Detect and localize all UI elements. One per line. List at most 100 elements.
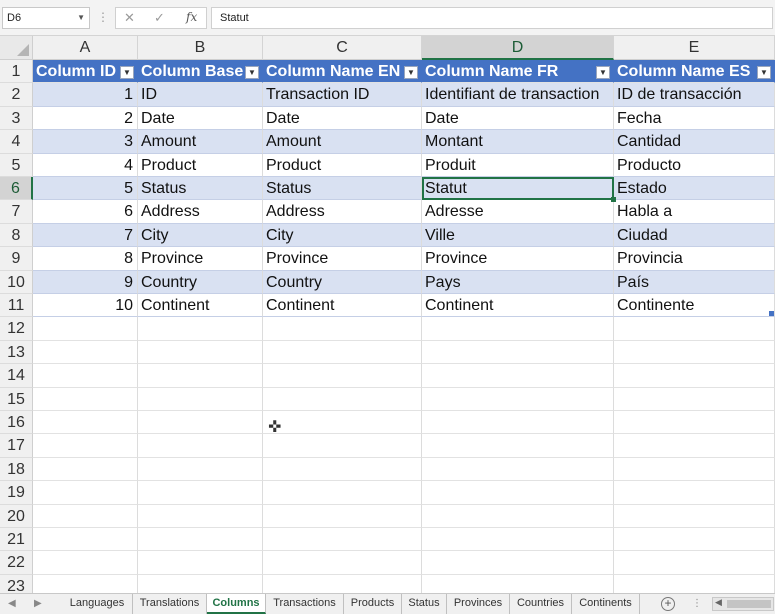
row-header-9[interactable]: 9 [0, 247, 33, 271]
cell-a19[interactable] [33, 481, 138, 505]
horizontal-scrollbar[interactable]: ◀ [712, 597, 774, 611]
insert-function-icon[interactable]: fx [186, 10, 197, 24]
cell-d15[interactable] [422, 387, 614, 411]
cell-e10[interactable]: País [614, 270, 775, 294]
cell-b12[interactable] [138, 317, 263, 341]
cell-e2[interactable]: ID de transacción [614, 83, 775, 107]
cell-b11[interactable]: Continent [138, 294, 263, 318]
cell-e18[interactable] [614, 457, 775, 482]
chevron-down-icon[interactable]: ▼ [77, 8, 85, 28]
sheet-tab-status[interactable]: Status [402, 594, 447, 614]
row-header-17[interactable]: 17 [0, 434, 33, 458]
cell-d20[interactable] [422, 504, 614, 528]
cell-a1[interactable]: Column ID ▼ [33, 60, 138, 84]
cell-e8[interactable]: Ciudad [614, 223, 775, 248]
sheet-tab-languages[interactable]: Languages [62, 594, 133, 614]
sheet-tab-provinces[interactable]: Provinces [447, 594, 510, 614]
cell-c9[interactable]: Province [263, 247, 422, 271]
row-header-3[interactable]: 3 [0, 106, 33, 131]
cell-c16[interactable] [263, 411, 422, 435]
cell-c4[interactable]: Amount [263, 130, 422, 154]
cell-c19[interactable] [263, 481, 422, 505]
cell-a12[interactable] [33, 317, 138, 341]
cell-c15[interactable] [263, 387, 422, 411]
cell-c5[interactable]: Product [263, 153, 422, 177]
cell-d9[interactable]: Province [422, 247, 614, 271]
cell-c8[interactable]: City [263, 223, 422, 248]
cell-b9[interactable]: Province [138, 247, 263, 271]
cell-b6[interactable]: Status [138, 177, 263, 201]
row-header-20[interactable]: 20 [0, 504, 33, 528]
cell-a8[interactable]: 7 [33, 223, 138, 248]
cell-d21[interactable] [422, 528, 614, 552]
cell-d7[interactable]: Adresse [422, 200, 614, 224]
cell-a20[interactable] [33, 504, 138, 528]
cell-b2[interactable]: ID [138, 83, 263, 107]
row-header-10[interactable]: 10 [0, 270, 33, 294]
cell-d3[interactable]: Date [422, 106, 614, 131]
cell-d19[interactable] [422, 481, 614, 505]
cell-c20[interactable] [263, 504, 422, 528]
cell-e20[interactable] [614, 504, 775, 528]
cell-c22[interactable] [263, 551, 422, 575]
cell-c18[interactable] [263, 457, 422, 482]
cell-d14[interactable] [422, 364, 614, 388]
filter-dropdown-icon[interactable]: ▼ [596, 66, 610, 79]
cell-d13[interactable] [422, 340, 614, 365]
cell-e9[interactable]: Provincia [614, 247, 775, 271]
cell-d18[interactable] [422, 457, 614, 482]
row-header-14[interactable]: 14 [0, 364, 33, 388]
cell-d6[interactable]: Statut [422, 177, 614, 201]
scroll-left-icon[interactable]: ◀ [715, 597, 722, 608]
tab-scroll-right-icon[interactable]: ▶ [34, 594, 42, 614]
cell-d5[interactable]: Produit [422, 153, 614, 177]
cell-b15[interactable] [138, 387, 263, 411]
row-header-22[interactable]: 22 [0, 551, 33, 575]
sheet-tab-countries[interactable]: Countries [510, 594, 572, 614]
cell-e6[interactable]: Estado [614, 177, 775, 201]
cell-c3[interactable]: Date [263, 106, 422, 131]
column-header-c[interactable]: C [263, 36, 422, 60]
cell-b1[interactable]: Column Base ▼ [138, 60, 263, 84]
cell-a5[interactable]: 4 [33, 153, 138, 177]
cell-e7[interactable]: Habla a [614, 200, 775, 224]
cell-b10[interactable]: Country [138, 270, 263, 294]
cell-a2[interactable]: 1 [33, 83, 138, 107]
cell-e11[interactable]: Continente [614, 294, 775, 318]
cell-b19[interactable] [138, 481, 263, 505]
cell-e1[interactable]: Column Name ES ▼ [614, 60, 775, 84]
cell-d11[interactable]: Continent [422, 294, 614, 318]
cell-e13[interactable] [614, 340, 775, 365]
fill-handle[interactable] [611, 197, 616, 203]
row-header-15[interactable]: 15 [0, 387, 33, 411]
name-box[interactable]: D6 ▼ [2, 7, 90, 29]
filter-dropdown-icon[interactable]: ▼ [245, 66, 259, 79]
cell-a13[interactable] [33, 340, 138, 365]
cell-a17[interactable] [33, 434, 138, 458]
cell-e22[interactable] [614, 551, 775, 575]
cell-a7[interactable]: 6 [33, 200, 138, 224]
sheet-tab-transactions[interactable]: Transactions [266, 594, 344, 614]
cell-e16[interactable] [614, 411, 775, 435]
cell-c2[interactable]: Transaction ID [263, 83, 422, 107]
cell-a18[interactable] [33, 457, 138, 482]
sheet-tab-translations[interactable]: Translations [133, 594, 207, 614]
cancel-icon[interactable]: ✕ [124, 10, 135, 26]
cell-a10[interactable]: 9 [33, 270, 138, 294]
cell-d22[interactable] [422, 551, 614, 575]
row-header-2[interactable]: 2 [0, 83, 33, 107]
column-header-d[interactable]: D [422, 36, 614, 60]
cell-b18[interactable] [138, 457, 263, 482]
row-header-6[interactable]: 6 [0, 177, 33, 201]
cell-b4[interactable]: Amount [138, 130, 263, 154]
cell-b13[interactable] [138, 340, 263, 365]
cell-b16[interactable] [138, 411, 263, 435]
row-header-5[interactable]: 5 [0, 153, 33, 177]
cell-e3[interactable]: Fecha [614, 106, 775, 131]
cell-c13[interactable] [263, 340, 422, 365]
cell-d2[interactable]: Identifiant de transaction [422, 83, 614, 107]
cell-a22[interactable] [33, 551, 138, 575]
sheet-tab-columns[interactable]: Columns [207, 594, 266, 614]
cell-c10[interactable]: Country [263, 270, 422, 294]
cell-a11[interactable]: 10 [33, 294, 138, 318]
